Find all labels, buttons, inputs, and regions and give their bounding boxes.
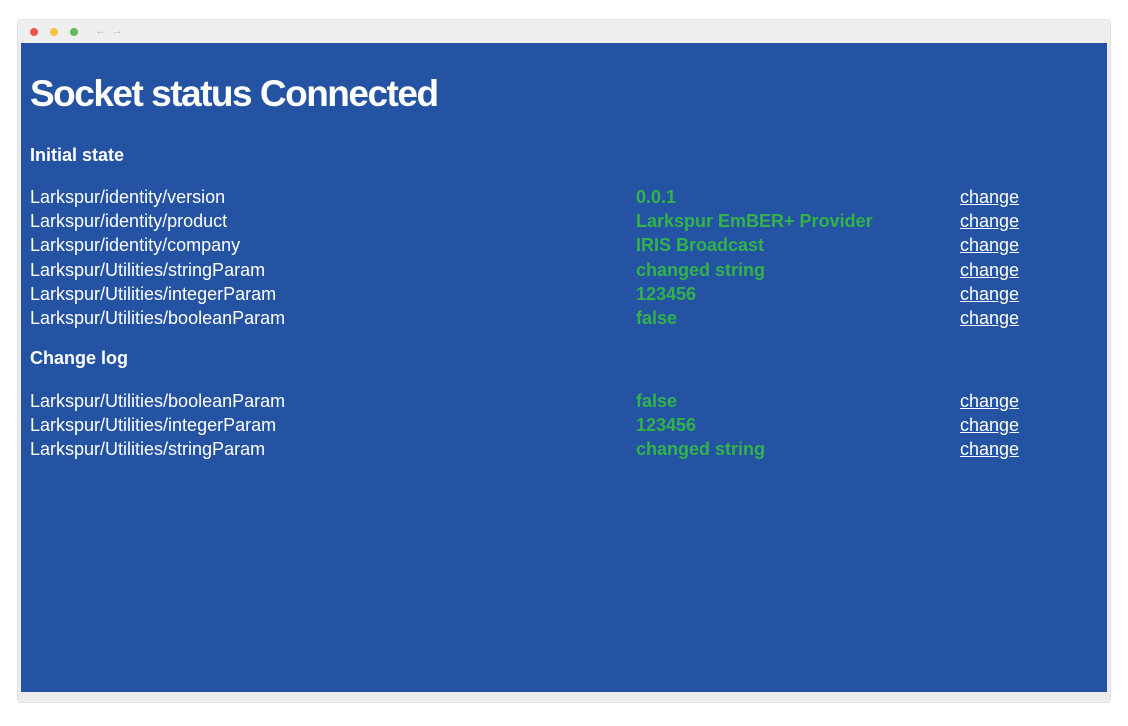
change-link[interactable]: change	[960, 209, 1019, 233]
change-log-heading: Change log	[30, 348, 128, 368]
param-value: 123456	[636, 415, 697, 435]
param-path: Larkspur/identity/company	[30, 235, 241, 255]
change-log-row: Larkspur/Utilities/booleanParam false ch…	[21, 389, 1107, 413]
param-path: Larkspur/Utilities/booleanParam	[30, 391, 286, 411]
change-link[interactable]: change	[960, 258, 1019, 282]
initial-state-row: Larkspur/Utilities/integerParam 123456 c…	[21, 282, 1107, 306]
param-value: IRIS Broadcast	[636, 235, 765, 255]
initial-state-heading: Initial state	[30, 145, 125, 165]
minimize-window-button[interactable]	[50, 28, 58, 36]
param-value: 123456	[636, 284, 697, 304]
change-link[interactable]: change	[960, 185, 1019, 209]
param-path: Larkspur/Utilities/booleanParam	[30, 308, 286, 328]
page-content: Socket status Connected Initial state La…	[21, 43, 1107, 692]
forward-arrow-icon[interactable]: →	[112, 24, 123, 38]
change-log-row: Larkspur/Utilities/integerParam 123456 c…	[21, 413, 1107, 437]
param-path: Larkspur/Utilities/stringParam	[30, 439, 266, 459]
param-value: false	[636, 308, 678, 328]
close-window-button[interactable]	[30, 28, 38, 36]
initial-state-row: Larkspur/Utilities/stringParam changed s…	[21, 258, 1107, 282]
change-link[interactable]: change	[960, 389, 1019, 413]
param-value: false	[636, 391, 678, 411]
back-arrow-icon[interactable]: ←	[95, 24, 106, 38]
initial-state-row: Larkspur/identity/version 0.0.1 change	[21, 185, 1107, 209]
change-link[interactable]: change	[960, 437, 1019, 461]
change-link[interactable]: change	[960, 413, 1019, 437]
change-link[interactable]: change	[960, 306, 1019, 330]
browser-window: ← → Socket status Connected Initial stat…	[18, 20, 1110, 702]
param-value: changed string	[636, 260, 766, 280]
param-path: Larkspur/identity/version	[30, 187, 226, 207]
change-log-row: Larkspur/Utilities/stringParam changed s…	[21, 437, 1107, 461]
param-path: Larkspur/Utilities/stringParam	[30, 260, 266, 280]
change-link[interactable]: change	[960, 282, 1019, 306]
param-path: Larkspur/identity/product	[30, 211, 228, 231]
param-value: 0.0.1	[636, 187, 677, 207]
initial-state-row: Larkspur/identity/product Larkspur EmBER…	[21, 209, 1107, 233]
param-value: Larkspur EmBER+ Provider	[636, 211, 873, 231]
param-path: Larkspur/Utilities/integerParam	[30, 284, 277, 304]
maximize-window-button[interactable]	[70, 28, 78, 36]
initial-state-row: Larkspur/Utilities/booleanParam false ch…	[21, 306, 1107, 330]
change-link[interactable]: change	[960, 233, 1019, 257]
page-title: Socket status Connected	[30, 73, 439, 114]
window-titlebar: ← →	[18, 20, 1110, 43]
initial-state-row: Larkspur/identity/company IRIS Broadcast…	[21, 233, 1107, 257]
param-path: Larkspur/Utilities/integerParam	[30, 415, 277, 435]
param-value: changed string	[636, 439, 766, 459]
